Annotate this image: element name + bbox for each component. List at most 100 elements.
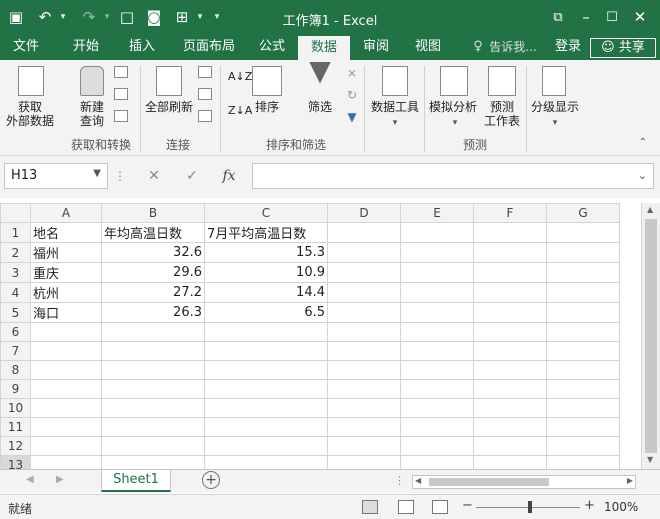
row-header[interactable]: 13	[0, 455, 31, 469]
cell[interactable]	[101, 341, 205, 361]
cell[interactable]	[204, 379, 328, 399]
sort-za-icon[interactable]: Z↓A	[228, 104, 252, 118]
cell[interactable]: 26.3	[101, 302, 205, 323]
cell[interactable]	[327, 242, 401, 263]
cell[interactable]: 10.9	[204, 262, 328, 283]
cell[interactable]: 15.3	[204, 242, 328, 263]
cell[interactable]	[101, 360, 205, 380]
cell[interactable]: 14.4	[204, 282, 328, 303]
ribbon-options-icon[interactable]: ⧉	[548, 6, 568, 28]
column-header[interactable]: B	[101, 203, 205, 223]
next-sheet-icon[interactable]: ▶	[56, 474, 64, 485]
horizontal-scrollbar[interactable]: ◀ ▶	[412, 475, 636, 489]
outline-button[interactable]: 分级显示	[528, 100, 582, 114]
formula-input[interactable]: ⌄	[252, 163, 654, 189]
undo-dropdown-icon[interactable]: ▾	[56, 6, 70, 28]
cell[interactable]	[327, 262, 401, 283]
cell[interactable]	[204, 455, 328, 469]
row-header[interactable]: 11	[0, 417, 31, 437]
cell[interactable]	[400, 436, 474, 456]
column-header[interactable]: A	[30, 203, 102, 223]
cell[interactable]	[473, 222, 547, 243]
cell[interactable]: 福州	[30, 242, 102, 263]
customize-icon[interactable]: ▾	[210, 6, 224, 28]
cell[interactable]	[327, 455, 401, 469]
cell[interactable]	[400, 455, 474, 469]
reapply-icon[interactable]: ↻	[344, 88, 360, 102]
cell[interactable]	[546, 242, 620, 263]
cell[interactable]	[473, 341, 547, 361]
cell[interactable]	[101, 398, 205, 418]
sheet-tab-sheet1[interactable]: Sheet1	[101, 470, 171, 492]
cell[interactable]	[204, 417, 328, 437]
prev-sheet-icon[interactable]: ◀	[26, 474, 34, 485]
cell[interactable]	[204, 341, 328, 361]
cell[interactable]	[327, 417, 401, 437]
tab-view[interactable]: 视图	[408, 34, 448, 60]
share-button[interactable]: ☺ 共享	[590, 38, 656, 58]
cell[interactable]	[327, 302, 401, 323]
filter-button[interactable]: 筛选	[302, 100, 338, 114]
minimize-icon[interactable]: –	[576, 6, 596, 28]
cell[interactable]: 重庆	[30, 262, 102, 283]
cell[interactable]	[473, 379, 547, 399]
cell-table[interactable]: A B C D E F G 1 地名 年均高温日数 7月平均高温日数 2 福州 32.6 15…	[0, 203, 620, 469]
cell[interactable]: 年均高温日数	[101, 222, 205, 243]
zoom-in-icon[interactable]: +	[584, 498, 595, 513]
tell-me-box[interactable]: 告诉我...	[488, 34, 538, 60]
what-if-dropdown-icon[interactable]: ▾	[448, 116, 462, 130]
vertical-scrollbar[interactable]: ▲ ▼	[641, 203, 660, 469]
cell[interactable]	[400, 341, 474, 361]
cell[interactable]	[546, 455, 620, 469]
cell[interactable]	[101, 455, 205, 469]
cell[interactable]	[400, 398, 474, 418]
cell[interactable]	[30, 436, 102, 456]
cell[interactable]	[546, 302, 620, 323]
get-external-data-button[interactable]: 获取 外部数据	[2, 100, 58, 128]
sign-in-link[interactable]: 登录	[552, 34, 584, 60]
from-table-icon[interactable]	[114, 88, 128, 100]
cell[interactable]	[473, 455, 547, 469]
advanced-filter-icon[interactable]: ▼	[344, 110, 360, 124]
cell[interactable]	[400, 262, 474, 283]
cell[interactable]	[327, 436, 401, 456]
cell[interactable]	[327, 360, 401, 380]
row-header[interactable]: 4	[0, 282, 31, 303]
chevron-down-icon[interactable]: ▼	[93, 168, 101, 179]
cell[interactable]	[546, 398, 620, 418]
page-break-view-icon[interactable]	[432, 500, 448, 514]
scroll-right-icon[interactable]: ▶	[627, 476, 633, 485]
scroll-up-icon[interactable]: ▲	[647, 205, 653, 214]
cell[interactable]	[204, 360, 328, 380]
page-layout-view-icon[interactable]	[398, 500, 414, 514]
show-queries-icon[interactable]	[114, 66, 128, 78]
column-header[interactable]: C	[204, 203, 328, 223]
cancel-icon[interactable]: ✕	[142, 164, 166, 188]
tab-splitter-icon[interactable]: ⋮	[394, 474, 405, 487]
name-box[interactable]: H13 ▼	[4, 163, 108, 189]
cell[interactable]: 6.5	[204, 302, 328, 323]
add-sheet-icon[interactable]: +	[202, 471, 220, 489]
undo-icon[interactable]: ↶	[34, 6, 56, 28]
refresh-all-button[interactable]: 全部刷新	[142, 100, 196, 114]
cell[interactable]	[473, 360, 547, 380]
cell[interactable]	[30, 341, 102, 361]
expand-formula-icon[interactable]: ⌄	[638, 169, 647, 182]
cell[interactable]	[327, 341, 401, 361]
row-header[interactable]: 10	[0, 398, 31, 418]
zoom-level[interactable]: 100%	[604, 500, 638, 514]
edit-links-icon[interactable]	[198, 110, 212, 122]
column-header[interactable]: D	[327, 203, 401, 223]
cell[interactable]	[30, 455, 102, 469]
cell[interactable]	[546, 436, 620, 456]
cell[interactable]	[101, 379, 205, 399]
cell[interactable]	[204, 398, 328, 418]
redo-icon[interactable]: ↷	[78, 6, 100, 28]
cell[interactable]	[546, 322, 620, 342]
cell[interactable]	[327, 398, 401, 418]
camera-icon[interactable]: ◙	[144, 6, 164, 28]
cell[interactable]	[327, 222, 401, 243]
new-query-button[interactable]: 新建 查询	[70, 100, 114, 128]
cell[interactable]	[327, 282, 401, 303]
cell[interactable]	[204, 322, 328, 342]
